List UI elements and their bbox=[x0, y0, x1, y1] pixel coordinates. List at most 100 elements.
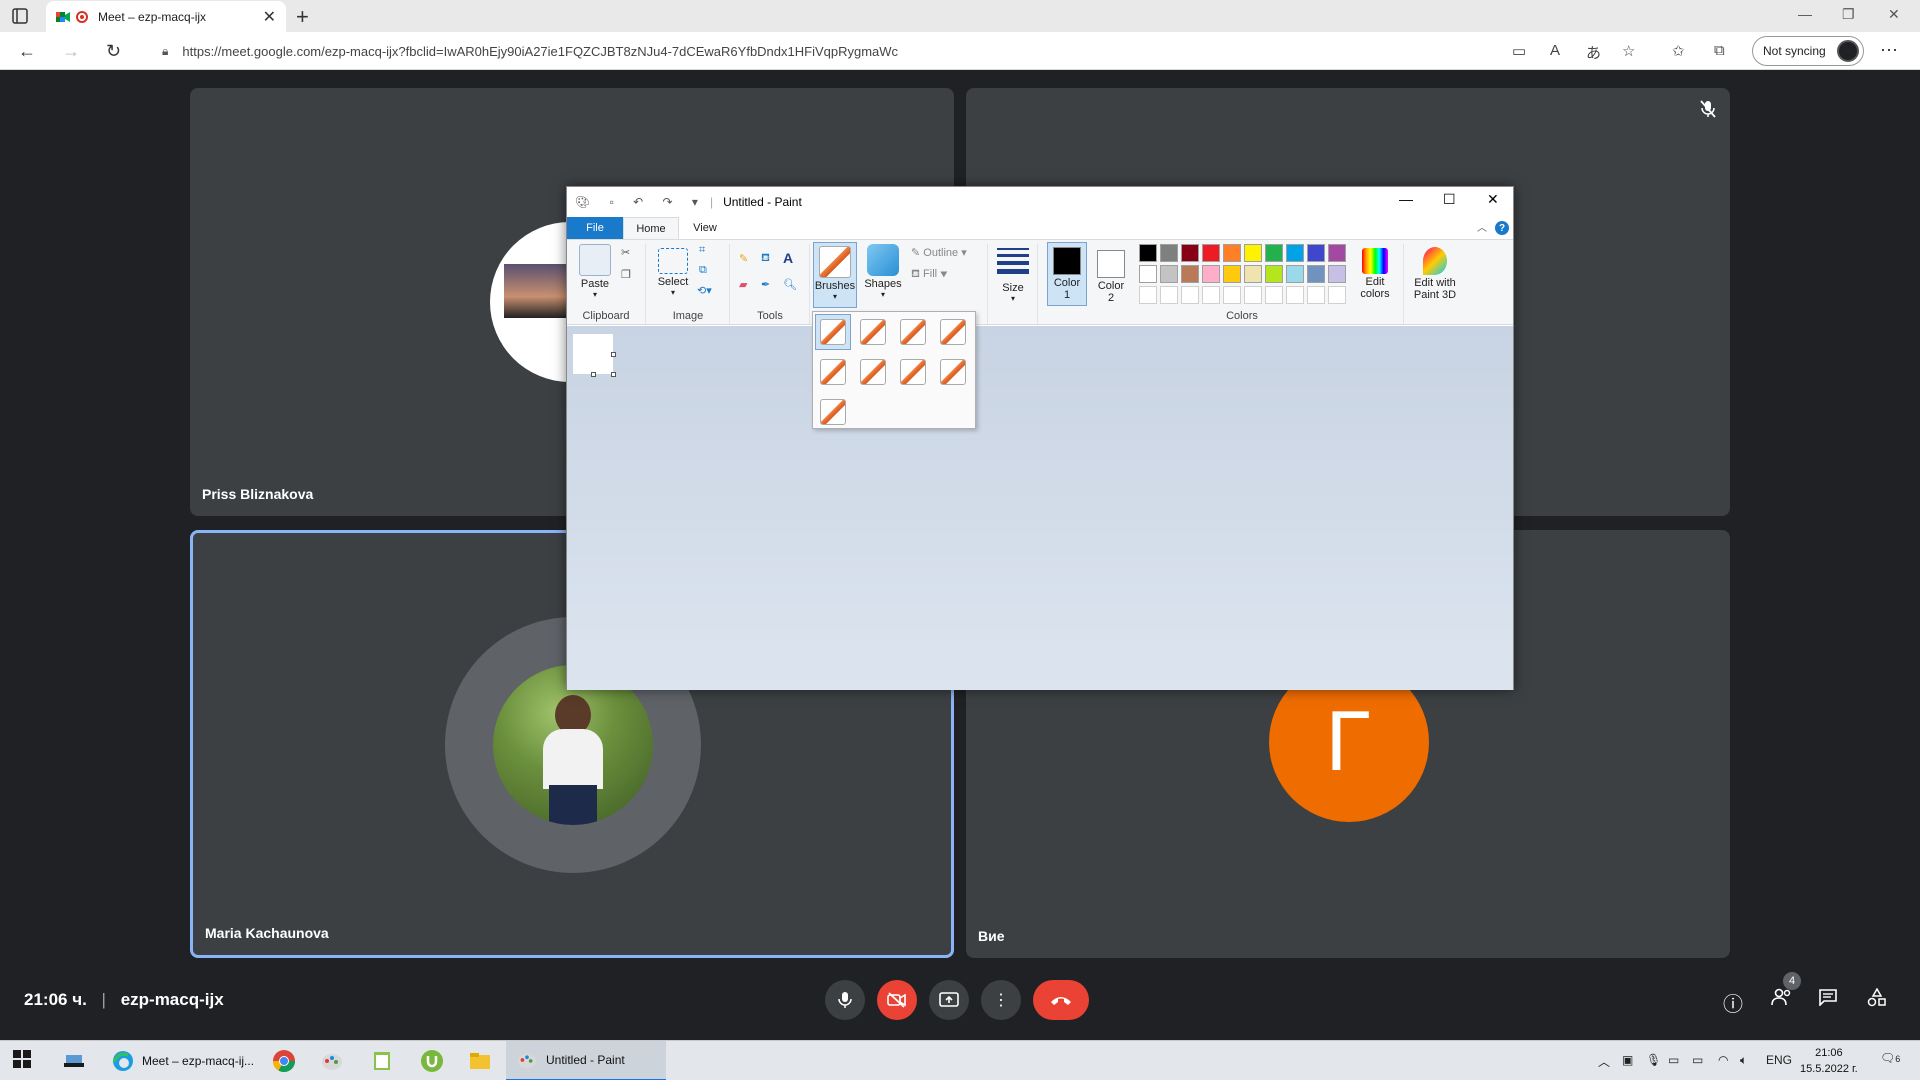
color-swatch[interactable] bbox=[1328, 265, 1346, 283]
brush-option[interactable] bbox=[935, 314, 971, 350]
color-swatch[interactable] bbox=[1265, 286, 1283, 304]
brush-option[interactable] bbox=[815, 394, 851, 430]
color-swatch[interactable] bbox=[1160, 244, 1178, 262]
paint-close-icon[interactable]: ✕ bbox=[1487, 191, 1499, 208]
windows-start-icon[interactable] bbox=[12, 1049, 36, 1073]
text-icon[interactable]: A bbox=[783, 250, 793, 266]
color-swatch[interactable] bbox=[1223, 244, 1241, 262]
more-icon[interactable]: ⋯ bbox=[1880, 40, 1898, 61]
microphone-tray-icon[interactable]: 🎙︎ bbox=[1646, 1053, 1661, 1067]
copy-icon[interactable]: ❐ bbox=[621, 268, 631, 281]
brush-option[interactable] bbox=[935, 354, 971, 390]
color-swatch[interactable] bbox=[1139, 265, 1157, 283]
color-swatch[interactable] bbox=[1202, 286, 1220, 304]
color-swatch[interactable] bbox=[1307, 286, 1325, 304]
paste-button[interactable]: Paste ▾ bbox=[575, 244, 615, 299]
favorites-icon[interactable]: ✩ bbox=[1672, 42, 1685, 60]
people-icon[interactable] bbox=[1771, 988, 1793, 1012]
brush-option[interactable] bbox=[895, 354, 931, 390]
show-hidden-icons[interactable]: ︿ bbox=[1598, 1053, 1610, 1070]
profile-button[interactable]: Not syncing bbox=[1752, 36, 1864, 66]
wifi-icon[interactable]: ◠ bbox=[1718, 1053, 1728, 1067]
utorrent-icon[interactable] bbox=[420, 1049, 444, 1073]
paint-canvas-area[interactable] bbox=[567, 326, 1513, 690]
close-icon[interactable]: ✕ bbox=[1888, 6, 1900, 23]
cut-icon[interactable]: ✂ bbox=[621, 246, 630, 259]
rotate-icon[interactable]: ⟲▾ bbox=[697, 284, 712, 297]
color-swatch[interactable] bbox=[1307, 244, 1325, 262]
chat-icon[interactable] bbox=[1818, 988, 1838, 1012]
color-swatch[interactable] bbox=[1286, 286, 1304, 304]
color-swatch[interactable] bbox=[1244, 265, 1262, 283]
color-swatch[interactable] bbox=[1181, 244, 1199, 262]
crop-icon[interactable]: ⌗ bbox=[699, 244, 705, 257]
volume-icon[interactable]: 🔈︎ bbox=[1740, 1053, 1747, 1068]
size-button[interactable]: Size ▾ bbox=[993, 244, 1033, 303]
outline-button[interactable]: ✎ Outline ▾ bbox=[911, 246, 967, 259]
color-swatch[interactable] bbox=[1139, 244, 1157, 262]
color-swatch[interactable] bbox=[1223, 265, 1241, 283]
minimize-icon[interactable]: — bbox=[1798, 6, 1812, 22]
paint-app-icon[interactable] bbox=[320, 1049, 344, 1073]
present-button[interactable] bbox=[929, 980, 969, 1020]
display-tray-icon[interactable]: ▭ bbox=[1668, 1053, 1679, 1067]
edit-colors-button[interactable]: Edit colors bbox=[1353, 244, 1397, 300]
taskbar-app-paint[interactable]: Untitled - Paint bbox=[506, 1041, 666, 1080]
brushes-button[interactable]: Brushes ▾ bbox=[813, 242, 857, 308]
magnifier-icon[interactable]: 🔍︎ bbox=[783, 278, 797, 291]
brush-option[interactable] bbox=[895, 314, 931, 350]
color-swatch[interactable] bbox=[1181, 265, 1199, 283]
color2-button[interactable]: Color 2 bbox=[1091, 246, 1131, 304]
new-tab-icon[interactable]: + bbox=[296, 4, 309, 30]
collapse-ribbon-icon[interactable]: ︿ bbox=[1477, 219, 1487, 234]
resize-handle[interactable] bbox=[611, 372, 616, 377]
color-swatch[interactable] bbox=[1244, 286, 1262, 304]
paint-canvas[interactable] bbox=[573, 334, 613, 374]
color-swatch[interactable] bbox=[1244, 244, 1262, 262]
notepad-icon[interactable] bbox=[370, 1049, 394, 1073]
color-swatch[interactable] bbox=[1223, 286, 1241, 304]
color-swatch[interactable] bbox=[1181, 286, 1199, 304]
chrome-icon[interactable] bbox=[272, 1049, 296, 1073]
mic-button[interactable] bbox=[825, 980, 865, 1020]
camera-off-button[interactable] bbox=[877, 980, 917, 1020]
resize-handle[interactable] bbox=[591, 372, 596, 377]
select-button[interactable]: Select ▾ bbox=[651, 244, 695, 297]
color-swatch[interactable] bbox=[1265, 244, 1283, 262]
brush-option[interactable] bbox=[855, 354, 891, 390]
meet-tray-icon[interactable]: ▣ bbox=[1622, 1053, 1633, 1067]
end-call-button[interactable] bbox=[1033, 980, 1089, 1020]
brush-option[interactable] bbox=[815, 314, 851, 350]
color-swatch[interactable] bbox=[1328, 244, 1346, 262]
color-swatch[interactable] bbox=[1286, 244, 1304, 262]
color-swatch[interactable] bbox=[1139, 286, 1157, 304]
restore-icon[interactable]: ❐ bbox=[1842, 6, 1855, 23]
file-explorer-icon[interactable] bbox=[468, 1049, 492, 1073]
resize-icon[interactable]: ⧉ bbox=[699, 264, 707, 277]
reload-icon[interactable]: ↻ bbox=[106, 41, 121, 62]
meeting-details-icon[interactable]: ⓘ bbox=[1723, 988, 1743, 1017]
edit-paint3d-button[interactable]: Edit with Paint 3D bbox=[1407, 244, 1463, 301]
color-swatch[interactable] bbox=[1202, 265, 1220, 283]
fill-button[interactable]: ⛾ Fill ▾ bbox=[911, 268, 948, 282]
color1-button[interactable]: Color 1 bbox=[1047, 242, 1087, 306]
tab-close-icon[interactable]: ✕ bbox=[263, 7, 276, 27]
task-view-icon[interactable] bbox=[62, 1049, 86, 1073]
brush-option[interactable] bbox=[815, 354, 851, 390]
tab-home[interactable]: Home bbox=[623, 217, 679, 239]
activities-icon[interactable] bbox=[1867, 987, 1887, 1014]
paint-minimize-icon[interactable]: — bbox=[1399, 191, 1413, 207]
brush-option[interactable] bbox=[855, 314, 891, 350]
eraser-icon[interactable]: ▰ bbox=[739, 278, 747, 291]
url-bar[interactable]: 🔒︎ https://meet.google.com/ezp-macq-ijx?… bbox=[152, 37, 1744, 65]
notifications-icon[interactable]: 🗨︎6 bbox=[1880, 1051, 1900, 1065]
color-swatch[interactable] bbox=[1286, 265, 1304, 283]
color-swatch[interactable] bbox=[1160, 286, 1178, 304]
browser-tab-meet[interactable]: Meet – ezp-macq-ijx ✕ bbox=[46, 1, 286, 32]
more-options-button[interactable]: ⋮ bbox=[981, 980, 1021, 1020]
back-icon[interactable]: ← bbox=[18, 41, 36, 62]
paint-maximize-icon[interactable]: ☐ bbox=[1443, 191, 1456, 208]
color-swatch[interactable] bbox=[1265, 265, 1283, 283]
collections-icon[interactable]: ⧉ bbox=[1714, 42, 1725, 59]
color-swatch[interactable] bbox=[1307, 265, 1325, 283]
